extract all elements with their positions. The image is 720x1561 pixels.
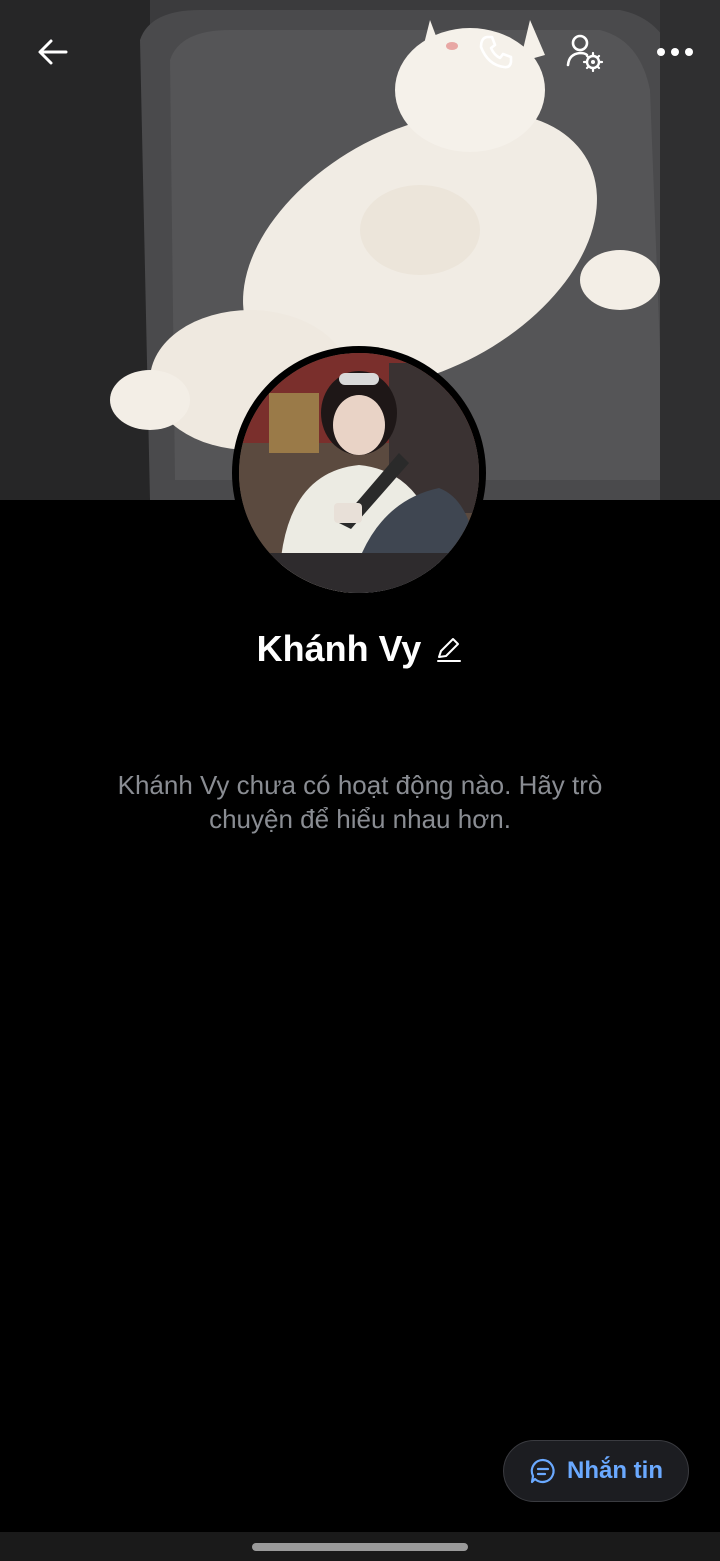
more-options-button[interactable]	[647, 24, 703, 80]
pencil-icon	[437, 638, 462, 662]
avatar[interactable]	[232, 346, 486, 600]
chat-bubble-icon	[530, 1458, 555, 1484]
profile-settings-button[interactable]	[556, 24, 612, 80]
back-button[interactable]	[25, 24, 81, 80]
arrow-left-icon	[38, 39, 68, 65]
home-indicator[interactable]	[252, 1543, 468, 1551]
send-message-button[interactable]: Nhắn tin	[503, 1440, 689, 1502]
user-settings-icon	[566, 34, 604, 72]
call-button[interactable]	[468, 24, 524, 80]
empty-activity-message: Khánh Vy chưa có hoạt động nào. Hãy trò …	[117, 770, 603, 834]
profile-name-row: Khánh Vy	[0, 628, 720, 670]
edit-name-button[interactable]	[435, 635, 463, 663]
avatar-photo	[239, 353, 479, 593]
more-horizontal-icon	[657, 48, 693, 56]
phone-icon	[479, 35, 513, 69]
profile-name: Khánh Vy	[256, 628, 422, 669]
send-message-label: Nhắn tin	[567, 1457, 663, 1484]
